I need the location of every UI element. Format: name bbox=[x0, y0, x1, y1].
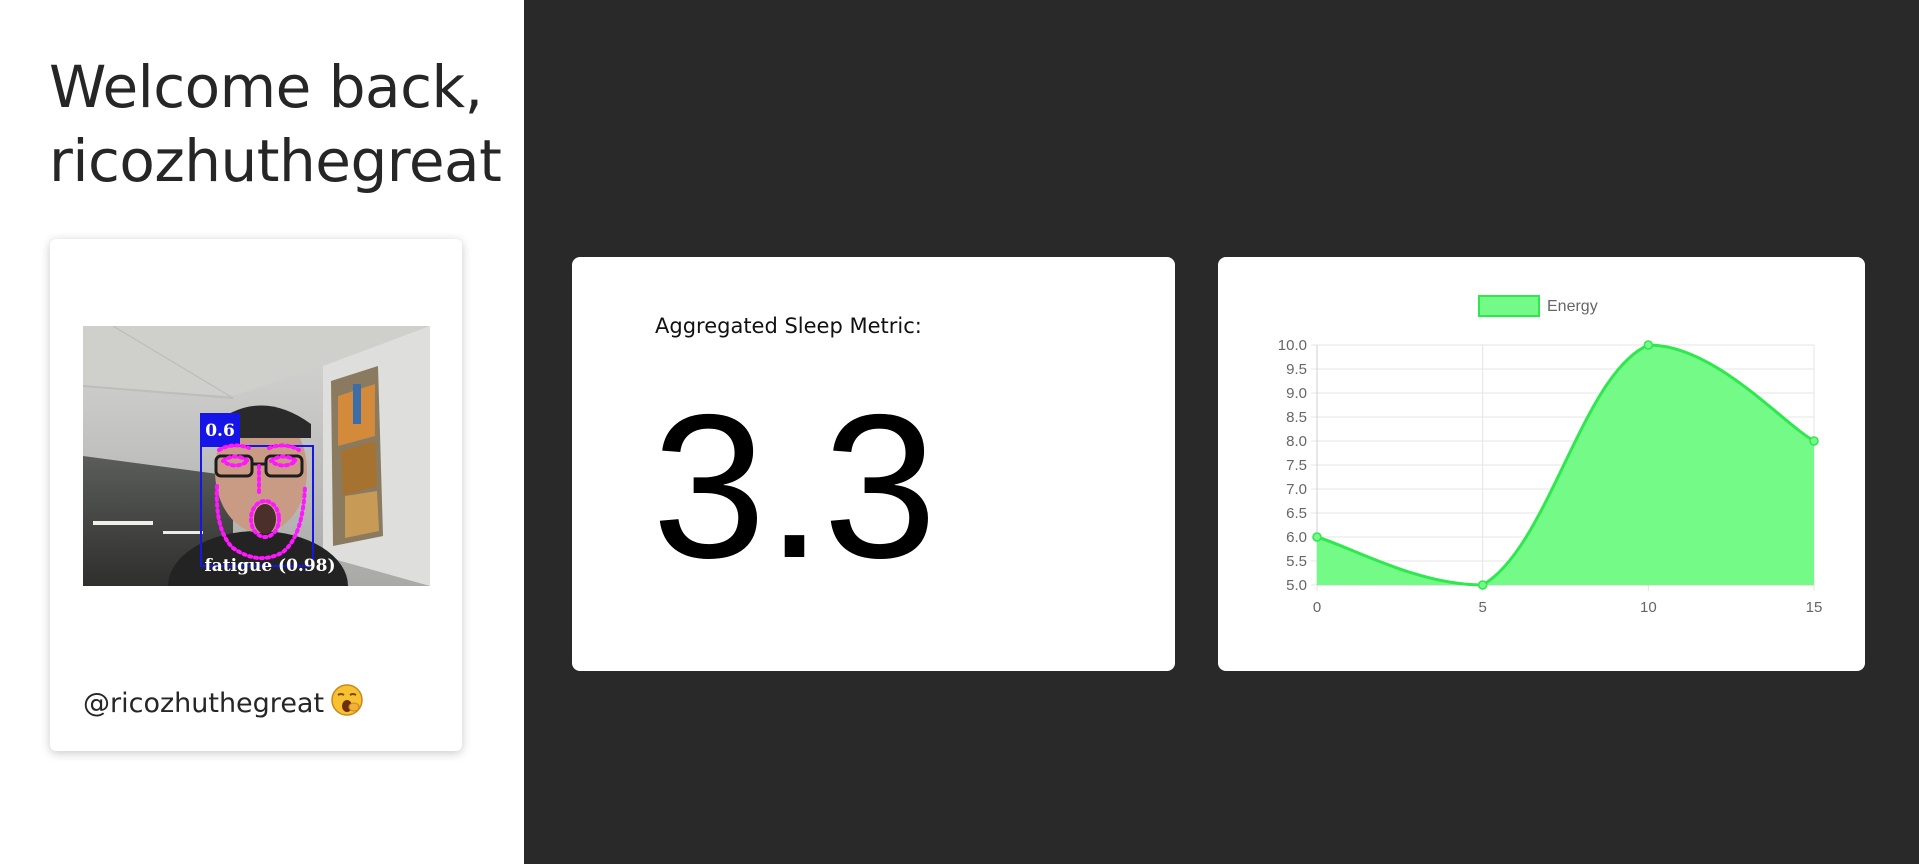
webcam-feed: 0.6 fatigue (0.98) bbox=[83, 326, 430, 586]
y-tick-label: 8.0 bbox=[1286, 433, 1307, 450]
legend-label-energy: Energy bbox=[1547, 298, 1598, 315]
detection-label: fatigue (0.98) bbox=[204, 556, 335, 576]
y-tick-label: 5.5 bbox=[1286, 553, 1307, 570]
y-tick-label: 6.5 bbox=[1286, 505, 1307, 522]
energy-chart-card: 5.0 5.5 6.0 6.5 7.0 7.5 8.0 8.5 9.0 9.5 10.0 0 5 10 15… bbox=[1218, 257, 1865, 671]
y-tick-label: 6.0 bbox=[1286, 529, 1307, 546]
energy-chart: 5.0 5.5 6.0 6.5 7.0 7.5 8.0 8.5 9.0 9.5 10.0 0 5 10 15… bbox=[1278, 295, 1823, 616]
x-tick-label: 0 bbox=[1313, 599, 1321, 616]
y-tick-label: 9.0 bbox=[1286, 385, 1307, 402]
profile-card: 0.6 fatigue (0.98) @ricozhuthegreat bbox=[50, 239, 462, 751]
legend-swatch-energy bbox=[1478, 295, 1540, 317]
y-tick-label: 7.0 bbox=[1286, 481, 1307, 498]
welcome-greeting: Welcome back, bbox=[49, 53, 483, 121]
energy-data-point bbox=[1643, 340, 1654, 350]
profile-handle: @ricozhuthegreat bbox=[83, 688, 325, 719]
y-tick-label: 10.0 bbox=[1278, 337, 1307, 354]
webcam-frame-image: 0.6 fatigue (0.98) bbox=[83, 326, 430, 586]
x-tick-label: 15 bbox=[1806, 599, 1823, 616]
welcome-heading: Welcome back, ricozhuthegreat bbox=[49, 50, 502, 198]
y-tick-label: 7.5 bbox=[1286, 457, 1307, 474]
sleep-metric-label: Aggregated Sleep Metric: bbox=[655, 314, 922, 338]
x-tick-label: 10 bbox=[1640, 599, 1657, 616]
y-tick-label: 9.5 bbox=[1286, 361, 1307, 378]
profile-handle-row: @ricozhuthegreat bbox=[83, 683, 364, 719]
energy-data-point bbox=[1809, 436, 1819, 446]
sidebar: Welcome back, ricozhuthegreat 0.6 fatigu… bbox=[0, 0, 524, 864]
detection-score: 0.6 bbox=[205, 421, 235, 441]
x-tick-label: 5 bbox=[1478, 599, 1486, 616]
welcome-username: ricozhuthegreat bbox=[49, 127, 502, 195]
energy-data-point bbox=[1312, 532, 1322, 542]
dashboard-page: Welcome back, ricozhuthegreat 0.6 fatigu… bbox=[0, 0, 1919, 864]
yawning-face-icon bbox=[330, 683, 364, 717]
energy-data-point bbox=[1477, 580, 1488, 590]
y-tick-label: 5.0 bbox=[1286, 577, 1307, 594]
sleep-metric-card: Aggregated Sleep Metric: 3.3 bbox=[572, 257, 1175, 671]
sleep-metric-value: 3.3 bbox=[652, 372, 937, 601]
y-tick-label: 8.5 bbox=[1286, 409, 1307, 426]
